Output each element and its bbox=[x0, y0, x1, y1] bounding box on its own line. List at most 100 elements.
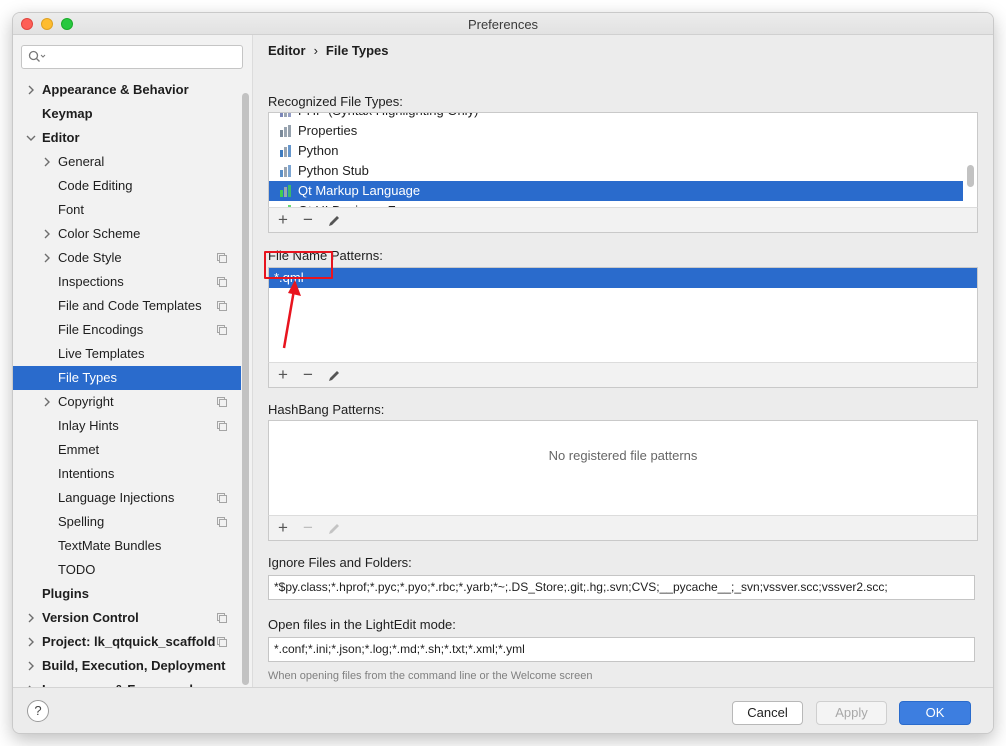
sidebar-item-label: Appearance & Behavior bbox=[42, 82, 189, 97]
project-level-icon bbox=[217, 301, 227, 311]
file-name-patterns-list[interactable]: *.qml bbox=[268, 267, 978, 363]
file-type-label: Properties bbox=[298, 123, 358, 138]
hashbang-toolbar: + − bbox=[268, 515, 978, 541]
pencil-icon bbox=[329, 371, 339, 381]
sidebar-item-label: Keymap bbox=[42, 106, 93, 121]
file-type-row[interactable]: Properties bbox=[269, 121, 963, 141]
sidebar-item[interactable]: Appearance & Behavior bbox=[13, 78, 241, 102]
window-title: Preferences bbox=[467, 17, 539, 32]
empty-patterns-text: No registered file patterns bbox=[548, 448, 698, 463]
help-button[interactable]: ? bbox=[27, 700, 49, 722]
apply-button[interactable]: Apply bbox=[816, 701, 887, 725]
sidebar-item[interactable]: Language Injections bbox=[13, 486, 241, 510]
sidebar-item-label: Plugins bbox=[42, 586, 89, 601]
file-type-row[interactable]: Qt Markup Language bbox=[269, 181, 963, 201]
chevron-right-icon[interactable] bbox=[26, 613, 36, 623]
breadcrumb-separator: › bbox=[313, 43, 318, 58]
sidebar-item[interactable]: Project: lk_qtquick_scaffold bbox=[13, 630, 241, 654]
annotation-arrow bbox=[282, 280, 301, 349]
add-pattern-button[interactable]: + bbox=[274, 366, 292, 385]
sidebar-item[interactable]: Build, Execution, Deployment bbox=[13, 654, 241, 678]
file-types-panel: Editor › File Types Recognized File Types:… bbox=[254, 35, 993, 687]
lightedit-field[interactable]: *.conf;*.ini;*.json;*.log;*.md;*.sh;*.tx… bbox=[268, 637, 975, 662]
chevron-right-icon[interactable] bbox=[42, 229, 52, 239]
qml-file-icon bbox=[280, 185, 291, 197]
remove-file-type-button[interactable]: − bbox=[299, 211, 317, 230]
chevron-right-icon[interactable] bbox=[26, 637, 36, 647]
pattern-row[interactable]: *.qml bbox=[269, 268, 977, 288]
breadcrumb-current: File Types bbox=[325, 43, 389, 58]
sidebar-item[interactable]: Inspections bbox=[13, 270, 241, 294]
recognized-toolbar: + − bbox=[268, 207, 978, 233]
lightedit-hint: When opening files from the command line… bbox=[268, 670, 593, 682]
chevron-right-icon[interactable] bbox=[42, 157, 52, 167]
title-bar: Preferences bbox=[13, 13, 993, 35]
sidebar-item[interactable]: Code Editing bbox=[13, 174, 241, 198]
sidebar-item[interactable]: File and Code Templates bbox=[13, 294, 241, 318]
sidebar-item[interactable]: General bbox=[13, 150, 241, 174]
sidebar-item[interactable]: Inlay Hints bbox=[13, 414, 241, 438]
sidebar-item[interactable]: Plugins bbox=[13, 582, 241, 606]
ignore-files-field[interactable]: *$py.class;*.hprof;*.pyc;*.pyo;*.rbc;*.y… bbox=[268, 575, 975, 600]
sidebar-item[interactable]: Languages & Frameworks bbox=[13, 678, 241, 687]
sidebar-item-label: Inspections bbox=[58, 274, 124, 289]
remove-hashbang-button[interactable]: − bbox=[299, 519, 317, 538]
highlight-box bbox=[264, 251, 333, 279]
edit-hashbang-button[interactable] bbox=[325, 520, 343, 538]
sidebar-item[interactable]: Live Templates bbox=[13, 342, 241, 366]
sidebar-scrollbar[interactable] bbox=[242, 93, 249, 685]
project-level-icon bbox=[217, 517, 227, 527]
edit-file-type-button[interactable] bbox=[325, 212, 343, 230]
hashbang-patterns-list[interactable]: No registered file patterns bbox=[268, 420, 978, 516]
sidebar-item[interactable]: Font bbox=[13, 198, 241, 222]
ok-button[interactable]: OK bbox=[899, 701, 971, 725]
sidebar-item[interactable]: TextMate Bundles bbox=[13, 534, 241, 558]
file-type-row[interactable]: PHP (Syntax Highlighting Only) bbox=[269, 113, 963, 121]
sidebar-item-label: Emmet bbox=[58, 442, 100, 457]
sidebar-item[interactable]: Version Control bbox=[13, 606, 241, 630]
chevron-right-icon[interactable] bbox=[42, 253, 52, 263]
sidebar-item-label: TODO bbox=[58, 562, 96, 577]
file-type-row[interactable]: Python bbox=[269, 141, 963, 161]
sidebar-item[interactable]: File Types bbox=[13, 366, 241, 390]
add-hashbang-button[interactable]: + bbox=[274, 519, 292, 538]
project-level-icon bbox=[217, 493, 227, 503]
recognized-file-types-list[interactable]: PHP (Syntax Highlighting Only) Properties… bbox=[268, 112, 978, 208]
hashbang-patterns-label: HashBang Patterns: bbox=[268, 402, 385, 417]
sidebar-item[interactable]: Editor bbox=[13, 126, 241, 150]
sidebar-item-label: Project: lk_qtquick_scaffold bbox=[42, 634, 216, 649]
edit-pattern-button[interactable] bbox=[325, 367, 343, 385]
sidebar-item[interactable]: Keymap bbox=[13, 102, 241, 126]
sidebar-item-label: Spelling bbox=[58, 514, 105, 529]
sidebar-item[interactable]: Emmet bbox=[13, 438, 241, 462]
breadcrumb-parent[interactable]: Editor bbox=[268, 43, 306, 58]
chevron-right-icon[interactable] bbox=[26, 85, 36, 95]
file-types-scrollbar[interactable] bbox=[967, 165, 974, 187]
sidebar-item-label: General bbox=[58, 154, 105, 169]
cancel-button[interactable]: Cancel bbox=[732, 701, 803, 725]
sidebar-item-label: File and Code Templates bbox=[58, 298, 202, 313]
sidebar-item[interactable]: Copyright bbox=[13, 390, 241, 414]
add-file-type-button[interactable]: + bbox=[274, 211, 292, 230]
preferences-window: Preferences Appearance & Behavior Keymap E… bbox=[12, 12, 994, 734]
sidebar-item[interactable]: File Encodings bbox=[13, 318, 241, 342]
file-type-label: Python Stub bbox=[298, 163, 369, 178]
chevron-right-icon[interactable] bbox=[26, 661, 36, 671]
file-type-row[interactable]: Python Stub bbox=[269, 161, 963, 181]
sidebar-item[interactable]: Spelling bbox=[13, 510, 241, 534]
remove-pattern-button[interactable]: − bbox=[299, 366, 317, 385]
dialog-footer: ? Cancel Apply OK bbox=[13, 687, 993, 733]
sidebar-item[interactable]: Intentions bbox=[13, 462, 241, 486]
sidebar-item[interactable]: Color Scheme bbox=[13, 222, 241, 246]
sidebar-item[interactable]: TODO bbox=[13, 558, 241, 582]
sidebar-item-label: Languages & Frameworks bbox=[42, 678, 204, 687]
chevron-right-icon[interactable] bbox=[42, 397, 52, 407]
sidebar-item-label: Color Scheme bbox=[58, 226, 141, 241]
search-input[interactable] bbox=[21, 45, 243, 69]
project-level-icon bbox=[217, 325, 227, 335]
sidebar-item-label: File Encodings bbox=[58, 322, 144, 337]
sidebar-item[interactable]: Code Style bbox=[13, 246, 241, 270]
ignore-files-label: Ignore Files and Folders: bbox=[268, 555, 412, 570]
python-stub-file-icon bbox=[280, 165, 291, 177]
chevron-down-icon[interactable] bbox=[26, 133, 36, 143]
